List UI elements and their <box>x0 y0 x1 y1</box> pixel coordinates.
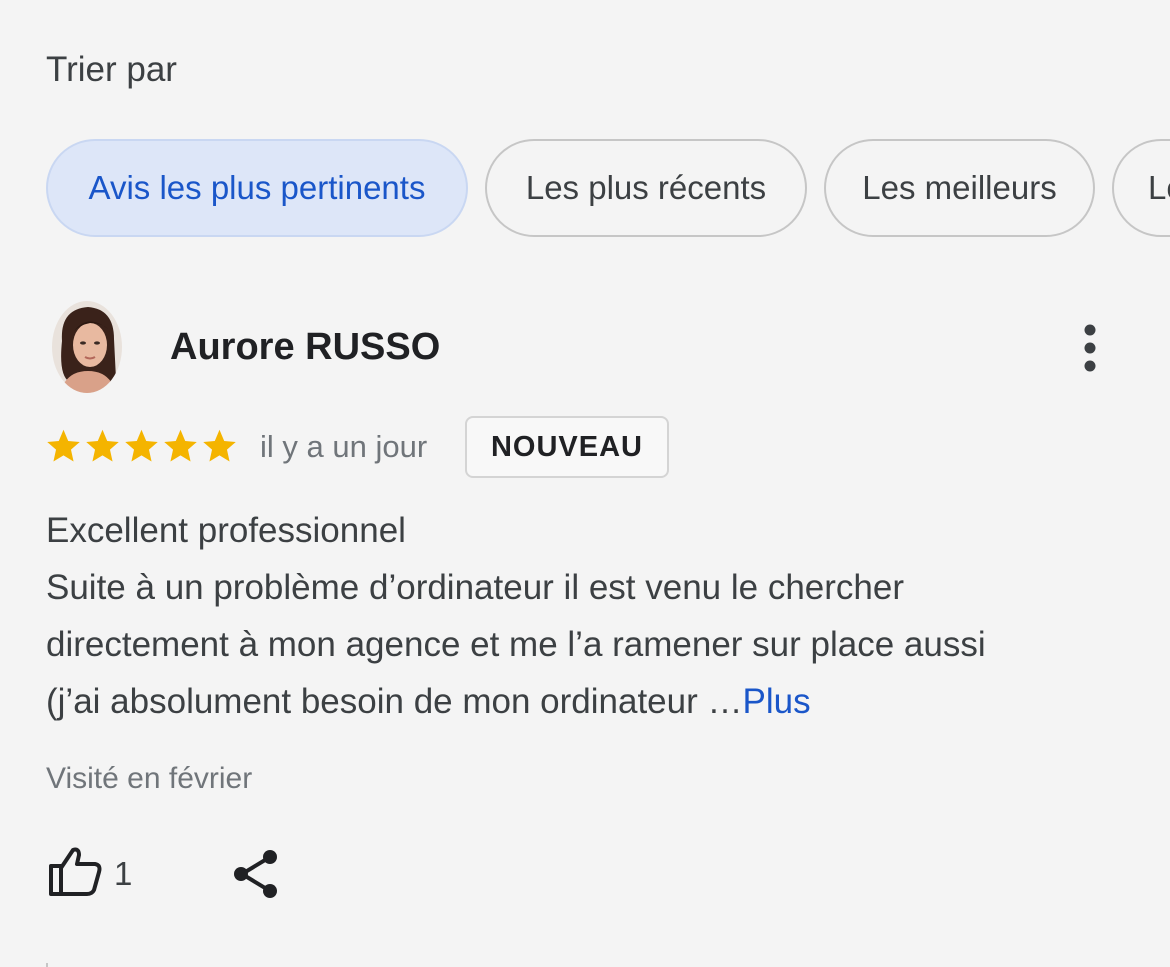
star-icon <box>47 429 80 462</box>
review-text-line-last: (j’ai absolument besoin de mon ordinateu… <box>46 673 1146 730</box>
review-text-line: Suite à un problème d’ordinateur il est … <box>46 568 904 607</box>
reviewer-name[interactable]: Aurore RUSSO <box>170 326 440 369</box>
avatar[interactable] <box>52 301 122 393</box>
star-icon <box>203 429 236 462</box>
review-text: Excellent professionnel Suite à un probl… <box>46 502 1146 730</box>
rating-stars <box>44 426 239 468</box>
sort-label: Trier par <box>46 50 177 89</box>
star-icon <box>164 429 197 462</box>
share-icon[interactable] <box>228 846 284 902</box>
visited-date: Visité en février <box>46 762 253 795</box>
star-icon <box>125 429 158 462</box>
chip-most-relevant[interactable]: Avis les plus pertinents <box>46 139 468 237</box>
divider <box>46 963 48 967</box>
star-icon <box>86 429 119 462</box>
thumb-up-icon[interactable] <box>46 842 106 902</box>
review-text-line: directement à mon agence et me l’a ramen… <box>46 625 986 664</box>
like-count: 1 <box>114 855 133 892</box>
review-date: il y a un jour <box>260 429 428 464</box>
sort-chips: Avis les plus pertinents Les plus récent… <box>46 139 1170 241</box>
review-text-truncated: (j’ai absolument besoin de mon ordinateu… <box>46 682 743 721</box>
review-text-line: Excellent professionnel <box>46 511 406 550</box>
chip-lowest[interactable]: Les <box>1112 139 1170 237</box>
chip-highest[interactable]: Les meilleurs <box>824 139 1095 237</box>
more-vert-icon[interactable] <box>1068 320 1112 376</box>
chip-newest[interactable]: Les plus récents <box>485 139 807 237</box>
new-badge: NOUVEAU <box>465 416 669 478</box>
reviews-panel: Trier par Avis les plus pertinents Les p… <box>0 0 1170 967</box>
more-link[interactable]: Plus <box>743 682 811 721</box>
